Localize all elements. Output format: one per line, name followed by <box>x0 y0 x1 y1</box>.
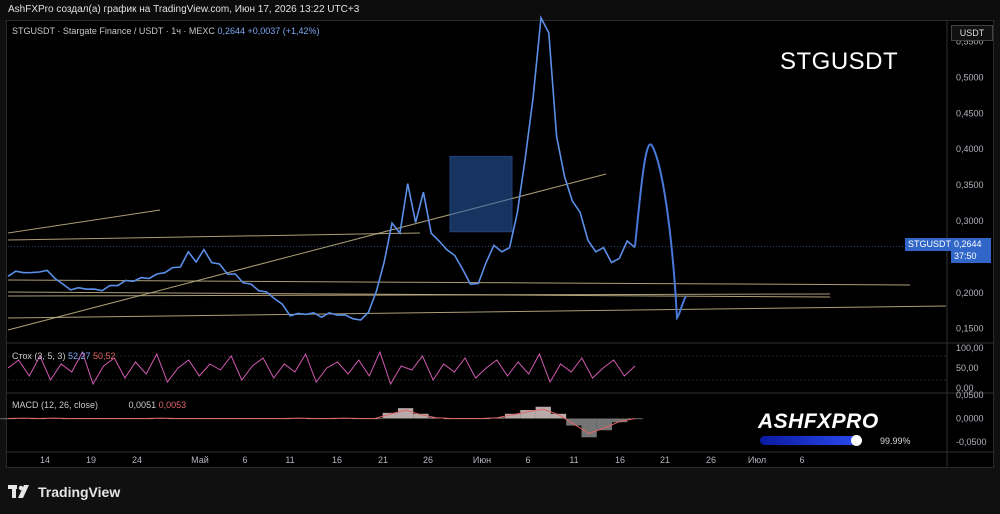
time-tick-label: 6 <box>525 455 530 465</box>
trendline <box>7 305 947 319</box>
time-tick-label: 16 <box>615 455 625 465</box>
time-tick-label: 26 <box>706 455 716 465</box>
time-tick-label: 6 <box>799 455 804 465</box>
ashfxpro-logo-text: ASHFXPRO <box>758 410 879 433</box>
stoch-d-value: 50,52 <box>93 351 116 361</box>
legend-price: 0,2644 <box>217 26 245 36</box>
macd-tick-label: 0,0000 <box>956 414 984 424</box>
symbol-legend-text: STGUSDT · Stargate Finance / USDT · 1ч ·… <box>12 26 215 36</box>
price-tick-label: 0,4500 <box>956 108 984 118</box>
trendline <box>7 209 161 234</box>
macd-histogram-bar <box>596 418 613 431</box>
macd-tick-label: 0,0500 <box>956 390 984 400</box>
highlight-box <box>449 155 513 233</box>
time-tick-label: 21 <box>378 455 388 465</box>
ashfxpro-percent: 99.99% <box>880 436 911 446</box>
macd-histogram-bar <box>581 418 597 438</box>
time-tick-label: 24 <box>132 455 142 465</box>
trendline <box>7 173 607 331</box>
legend-change: +0,0037 (+1,42%) <box>247 26 320 36</box>
time-tick-label: 14 <box>40 455 50 465</box>
tradingview-logo-icon <box>8 485 29 498</box>
price-tick-label: 0,3000 <box>956 216 984 226</box>
price-tick-label: 0,4000 <box>956 144 984 154</box>
price-tick-label: 0,2000 <box>956 288 984 298</box>
time-tick-label: Июл <box>748 455 766 465</box>
macd-tick-label: -0,0500 <box>956 437 987 447</box>
macd-value: 0,0051 <box>128 400 157 410</box>
time-tick-label: 19 <box>86 455 96 465</box>
macd-signal-value: 0,0053 <box>158 400 187 410</box>
time-tick-label: 16 <box>332 455 342 465</box>
price-line <box>7 15 636 321</box>
stoch-label: Стох (3, 5, 3) <box>12 351 66 361</box>
time-tick-label: 6 <box>242 455 247 465</box>
price-tag-timer: 37:50 <box>951 250 991 263</box>
projection-curve <box>634 143 687 321</box>
tradingview-name: TradingView <box>38 484 121 500</box>
time-tick-label: 11 <box>569 455 578 465</box>
time-tick-label: Май <box>191 455 209 465</box>
price-tick-label: 0,5000 <box>956 72 984 82</box>
macd-histogram-bar <box>535 406 551 419</box>
stoch-tick-label: 100,00 <box>956 343 984 353</box>
currency-button[interactable]: USDT <box>951 25 993 41</box>
symbol-legend: STGUSDT · Stargate Finance / USDT · 1ч ·… <box>12 26 320 36</box>
trendline <box>7 279 911 286</box>
time-tick-label: 26 <box>423 455 433 465</box>
stoch-k-value: 52,27 <box>67 351 91 361</box>
tradingview-brand[interactable]: TradingView <box>8 484 120 500</box>
time-tick-label: Июн <box>473 455 491 465</box>
macd-label: MACD (12, 26, close) <box>12 400 99 410</box>
time-tick-label: 21 <box>660 455 670 465</box>
watermark-title: STGUSDT <box>780 48 899 75</box>
price-tick-label: 0,1500 <box>956 324 984 334</box>
macd-legend: MACD (12, 26, close) 0,0051 0,0053 <box>12 400 186 410</box>
ashfxpro-progress-bar <box>760 435 862 446</box>
price-tick-label: 0,3500 <box>956 180 984 190</box>
price-tag-symbol: STGUSDT <box>905 238 955 251</box>
time-tick-label: 11 <box>285 455 294 465</box>
stoch-tick-label: 50,00 <box>956 363 979 373</box>
stoch-legend: Стох (3, 5, 3) 52,27 50,52 <box>12 351 116 361</box>
progress-knob-icon <box>851 435 862 446</box>
